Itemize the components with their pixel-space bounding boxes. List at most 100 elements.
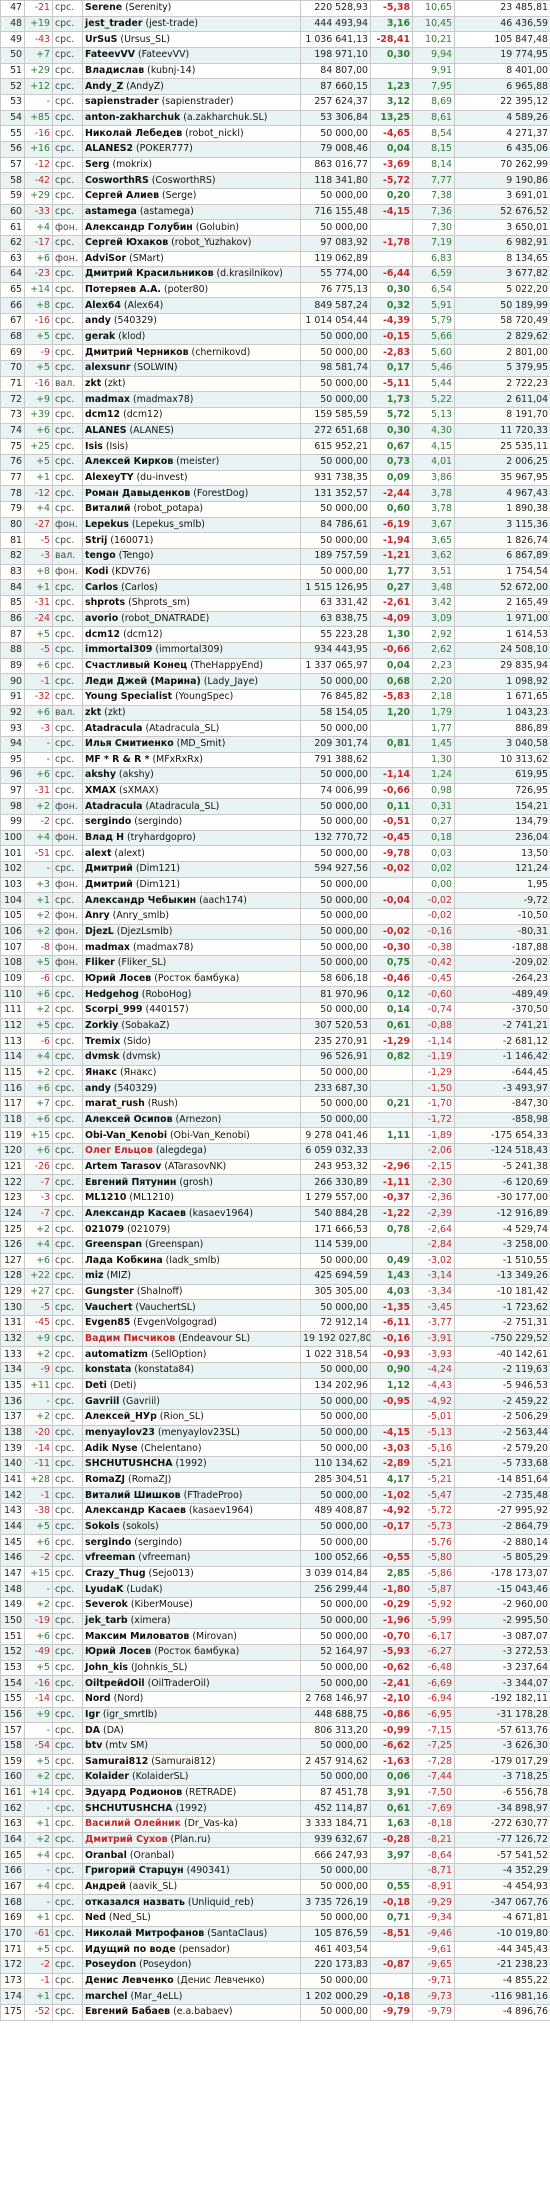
participant-nick[interactable]: SHCHUTUSHCHA [85,1458,173,1469]
participant-nick[interactable]: Artem Tarasov [85,1161,161,1172]
participant-nick[interactable]: DjezL [85,926,114,937]
participant-nick[interactable]: Сергей Юхаков [85,237,168,248]
participant-nick[interactable]: Дмитрий Сухов [85,1834,168,1845]
participant-nick[interactable]: Василий Олейник [85,1818,181,1829]
participant-nick[interactable]: Эдуард Родионов [85,1787,182,1798]
participant-nick[interactable]: Nord [85,1693,111,1704]
participant-nick[interactable]: Алексей Кирков [85,456,173,467]
participant-nick[interactable]: Евгений Бабаев [85,2006,170,2017]
participant-nick[interactable]: miz [85,1270,103,1281]
participant-nick[interactable]: Alex64 [85,300,121,311]
participant-nick[interactable]: vfreeman [85,1552,135,1563]
participant-nick[interactable]: Deti [85,1380,107,1391]
participant-nick[interactable]: Алексей Осипов [85,1114,173,1125]
participant-nick[interactable]: Ned [85,1912,106,1923]
participant-nick[interactable]: Александр Чебыкин [85,895,196,906]
participant-nick[interactable]: Олег Ельцов [85,1145,153,1156]
participant-nick[interactable]: LyudaK [85,1584,123,1595]
participant-nick[interactable]: zkt [85,707,101,718]
participant-nick[interactable]: Evgen85 [85,1317,130,1328]
participant-nick[interactable]: отказался назвать [85,1897,185,1908]
participant-nick[interactable]: dvmsk [85,1051,119,1062]
participant-nick[interactable]: Anry [85,910,110,921]
participant-nick[interactable]: Виталий Шишков [85,1490,181,1501]
participant-nick[interactable]: Strij [85,535,107,546]
participant-nick[interactable]: XMAX [85,785,116,796]
participant-nick[interactable]: Tremix [85,1036,120,1047]
participant-nick[interactable]: Счастливый Конец [85,660,187,671]
participant-nick[interactable]: Максим Миловатов [85,1631,189,1642]
participant-nick[interactable]: Poseydon [85,1959,136,1970]
participant-nick[interactable]: jek_tarb [85,1615,128,1626]
participant-nick[interactable]: andy [85,315,111,326]
participant-nick[interactable]: ML1210 [85,1192,126,1203]
participant-nick[interactable]: Роман Давыденков [85,488,190,499]
participant-nick[interactable]: FateevVV [85,49,135,60]
participant-nick[interactable]: btv [85,1740,102,1751]
participant-nick[interactable]: Сергей Алиев [85,190,159,201]
participant-nick[interactable]: OiltpeйdOil [85,1678,145,1689]
participant-nick[interactable]: Gungster [85,1286,134,1297]
participant-nick[interactable]: Kolaider [85,1771,129,1782]
participant-nick[interactable]: Илья Смитиенко [85,738,174,749]
participant-nick[interactable]: Юрий Лосев [85,1646,151,1657]
participant-nick[interactable]: menyaylov23 [85,1427,155,1438]
participant-nick[interactable]: John_kis [85,1662,128,1673]
participant-nick[interactable]: sapienstrader [85,96,159,107]
participant-nick[interactable]: zkt [85,378,101,389]
participant-nick[interactable]: immortal309 [85,644,152,655]
participant-nick[interactable]: Gavriil [85,1396,119,1407]
participant-nick[interactable]: Oranbal [85,1850,127,1861]
participant-nick[interactable]: Николай Митрофанов [85,1928,204,1939]
participant-nick[interactable]: sergindo [85,816,131,827]
participant-nick[interactable]: Владислав [85,65,144,76]
participant-nick[interactable]: Александр Касаев [85,1505,186,1516]
participant-nick[interactable]: AdviSor [85,253,126,264]
participant-nick[interactable]: Дмитрий Черников [85,347,189,358]
participant-nick[interactable]: Алексей_НУр [85,1411,157,1422]
participant-nick[interactable]: jest_trader [85,18,142,29]
participant-nick[interactable]: Потеряев А.А. [85,284,161,295]
participant-nick[interactable]: Isis [85,441,103,452]
participant-nick[interactable]: Crazy_Thug [85,1568,146,1579]
participant-nick[interactable]: Hedgehog [85,989,139,1000]
participant-nick[interactable]: marchel [85,1991,128,2002]
participant-nick[interactable]: andy [85,1083,111,1094]
participant-nick[interactable]: 021079 [85,1224,124,1235]
participant-nick[interactable]: Юрий Лосев [85,973,151,984]
participant-nick[interactable]: Лада Кобкина [85,1255,163,1266]
participant-nick[interactable]: Андрей [85,1881,126,1892]
participant-nick[interactable]: Идущий по воде [85,1944,176,1955]
participant-nick[interactable]: dcm12 [85,409,120,420]
participant-nick[interactable]: konstata [85,1364,131,1375]
participant-nick[interactable]: Igr [85,1709,100,1720]
participant-nick[interactable]: Kodi [85,566,108,577]
participant-nick[interactable]: Atadracula [85,801,143,812]
participant-nick[interactable]: Дмитрий [85,879,133,890]
participant-nick[interactable]: Дмитрий [85,863,133,874]
participant-nick[interactable]: tengo [85,550,116,561]
participant-nick[interactable]: Александр Голубин [85,222,193,233]
participant-nick[interactable]: Григорий Старцун [85,1865,184,1876]
participant-nick[interactable]: Николай Лебедев [85,128,182,139]
participant-nick[interactable]: dcm12 [85,629,120,640]
participant-nick[interactable]: CosworthRS [85,175,149,186]
participant-nick[interactable]: Sokols [85,1521,119,1532]
participant-nick[interactable]: ALANES2 [85,143,133,154]
participant-nick[interactable]: akshy [85,769,116,780]
participant-nick[interactable]: Вадим Писчиков [85,1333,175,1344]
participant-nick[interactable]: Леди Джей (Марина) [85,676,201,687]
participant-nick[interactable]: gerak [85,331,115,342]
participant-nick[interactable]: ALANES [85,425,127,436]
participant-nick[interactable]: alexsunr [85,362,131,373]
participant-nick[interactable]: Atadracula [85,723,143,734]
participant-nick[interactable]: DA [85,1725,100,1736]
participant-nick[interactable]: Scorpi_999 [85,1004,143,1015]
participant-nick[interactable]: madmax [85,394,130,405]
participant-nick[interactable]: avorio [85,613,118,624]
participant-nick[interactable]: marat_rush [85,1098,145,1109]
participant-nick[interactable]: Serene [85,2,122,13]
participant-nick[interactable]: Lepekus [85,519,129,530]
participant-nick[interactable]: astamega [85,206,137,217]
participant-nick[interactable]: MF * R & R * [85,754,149,765]
